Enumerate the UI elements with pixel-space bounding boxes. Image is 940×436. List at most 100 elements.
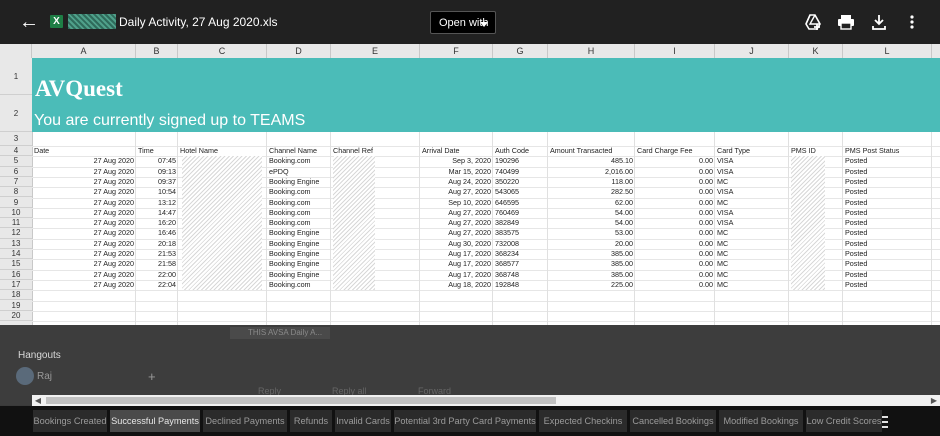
attachment-chip-label: THIS AVSA Daily A... <box>248 328 323 337</box>
sheet-tab-modified-bookings[interactable]: Modified Bookings <box>719 410 803 432</box>
table-cell: 0.00 <box>699 279 713 289</box>
column-header-l[interactable]: L <box>843 44 932 58</box>
print-icon[interactable] <box>837 13 855 31</box>
table-cell: 27 Aug 2020 <box>93 187 134 197</box>
table-cell: VISA <box>717 156 734 166</box>
table-cell: Posted <box>845 218 868 228</box>
column-header-c[interactable]: C <box>178 44 267 58</box>
row-header-17[interactable]: 17 <box>0 280 32 291</box>
row-header-9[interactable]: 9 <box>0 198 32 208</box>
scrollbar-thumb[interactable] <box>46 397 556 404</box>
scroll-left-icon[interactable]: ◀ <box>32 395 44 406</box>
sheet-tab-potential-3rd-party-card-payments[interactable]: Potential 3rd Party Card Payments <box>394 410 536 432</box>
table-cell: 27 Aug 2020 <box>93 218 134 228</box>
table-cell: Posted <box>845 279 868 289</box>
row-header-16[interactable]: 16 <box>0 270 32 280</box>
add-to-drive-icon[interactable] <box>804 13 822 31</box>
row-header-20[interactable]: 20 <box>0 311 32 322</box>
table-cell: VISA <box>717 166 734 176</box>
table-cell: 54.00 <box>615 218 633 228</box>
table-cell: 192848 <box>495 279 519 289</box>
column-title: Channel Ref <box>333 146 373 155</box>
sheet-tab-cancelled-bookings[interactable]: Cancelled Bookings <box>630 410 716 432</box>
table-cell: 385.00 <box>611 269 633 279</box>
table-cell: 760469 <box>495 207 519 217</box>
hangouts-heading: Hangouts <box>18 350 61 361</box>
row-header-18[interactable]: 18 <box>0 290 32 301</box>
redacted-pms-ids <box>791 156 825 291</box>
column-header-f[interactable]: F <box>420 44 493 58</box>
table-cell: Booking Engine <box>269 176 320 186</box>
table-cell: Sep 3, 2020 <box>452 156 491 166</box>
table-cell: Posted <box>845 228 868 238</box>
row-header-2[interactable]: 2 <box>0 95 32 132</box>
sheet-tab-successful-payments[interactable]: Successful Payments <box>110 410 200 432</box>
sheet-tab-low-credit-scores[interactable]: Low Credit Scores <box>806 410 882 432</box>
row-header-12[interactable]: 12 <box>0 228 32 239</box>
table-cell: 21:58 <box>158 259 176 269</box>
row-header-14[interactable]: 14 <box>0 249 32 260</box>
row-header-15[interactable]: 15 <box>0 259 32 270</box>
avatar <box>16 367 34 385</box>
table-cell: Aug 30, 2020 <box>448 238 491 248</box>
more-vert-icon[interactable] <box>903 13 921 31</box>
column-title: Time <box>138 146 154 155</box>
table-cell: 14:47 <box>158 207 176 217</box>
row-header-bar: 1 2 3 4 5 6 7 8 9 10 11 12 13 14 15 16 17 18 19 20 <box>0 58 33 325</box>
table-cell: Posted <box>845 249 868 258</box>
sheet-tab-invalid-cards[interactable]: Invalid Cards <box>335 410 391 432</box>
table-cell: Booking.com <box>269 197 311 207</box>
scroll-right-icon[interactable]: ▶ <box>928 395 940 406</box>
row-header-6[interactable]: 6 <box>0 167 32 177</box>
row-header-13[interactable]: 13 <box>0 239 32 249</box>
row-header-5[interactable]: 5 <box>0 156 32 167</box>
column-header-k[interactable]: K <box>789 44 843 58</box>
column-header-j[interactable]: J <box>715 44 789 58</box>
row-header-8[interactable]: 8 <box>0 187 32 198</box>
report-banner: AVQuest You are currently signed up to T… <box>32 58 940 132</box>
table-cell: 368577 <box>495 259 519 269</box>
table-cell: 190296 <box>495 156 519 166</box>
sheet-tab-declined-payments[interactable]: Declined Payments <box>203 410 287 432</box>
column-header-i[interactable]: I <box>635 44 715 58</box>
row-header-11[interactable]: 11 <box>0 218 32 229</box>
table-cell: Booking.com <box>269 279 311 289</box>
row-header-10[interactable]: 10 <box>0 208 32 219</box>
table-cell: Aug 18, 2020 <box>448 279 491 289</box>
column-header-e[interactable]: E <box>331 44 420 58</box>
table-cell: 10:54 <box>158 187 176 197</box>
download-icon[interactable] <box>870 13 888 31</box>
column-header-h[interactable]: H <box>548 44 635 58</box>
row-header-7[interactable]: 7 <box>0 177 32 188</box>
column-header-a[interactable]: A <box>32 44 136 58</box>
table-cell: 0.00 <box>699 269 713 279</box>
gridline <box>32 321 940 323</box>
viewer-toolbar: ← X Daily Activity, 27 Aug 2020.xls Open… <box>0 0 940 44</box>
column-header-d[interactable]: D <box>267 44 331 58</box>
table-cell: 383575 <box>495 228 519 238</box>
column-header-b[interactable]: B <box>136 44 178 58</box>
table-cell: 2,016.00 <box>605 166 633 176</box>
table-cell: MC <box>717 279 729 289</box>
table-cell: 13:12 <box>158 197 176 207</box>
redacted-filename-prefix <box>68 14 116 29</box>
table-cell: Booking Engine <box>269 259 320 269</box>
table-cell: Aug 17, 2020 <box>448 269 491 279</box>
sheet-tab-expected-checkins[interactable]: Expected Checkins <box>539 410 627 432</box>
select-all-corner[interactable] <box>0 44 32 58</box>
table-cell: 385.00 <box>611 249 633 258</box>
row-header-3[interactable]: 3 <box>0 132 32 146</box>
sheet-tab-bookings-created[interactable]: Bookings Created <box>33 410 107 432</box>
column-header-g[interactable]: G <box>493 44 548 58</box>
row-header-4[interactable]: 4 <box>0 146 32 157</box>
open-with-button[interactable]: Open with <box>430 11 496 34</box>
table-cell: MC <box>717 197 729 207</box>
chevron-down-icon <box>480 22 488 27</box>
horizontal-scrollbar[interactable]: ◀ ▶ <box>32 395 940 406</box>
row-header-1[interactable]: 1 <box>0 58 32 95</box>
back-arrow-icon[interactable]: ← <box>18 11 40 33</box>
table-cell: Posted <box>845 238 868 248</box>
sheet-tab-refunds[interactable]: Refunds <box>290 410 332 432</box>
table-cell: 0.00 <box>699 176 713 186</box>
row-header-19[interactable]: 19 <box>0 301 32 311</box>
